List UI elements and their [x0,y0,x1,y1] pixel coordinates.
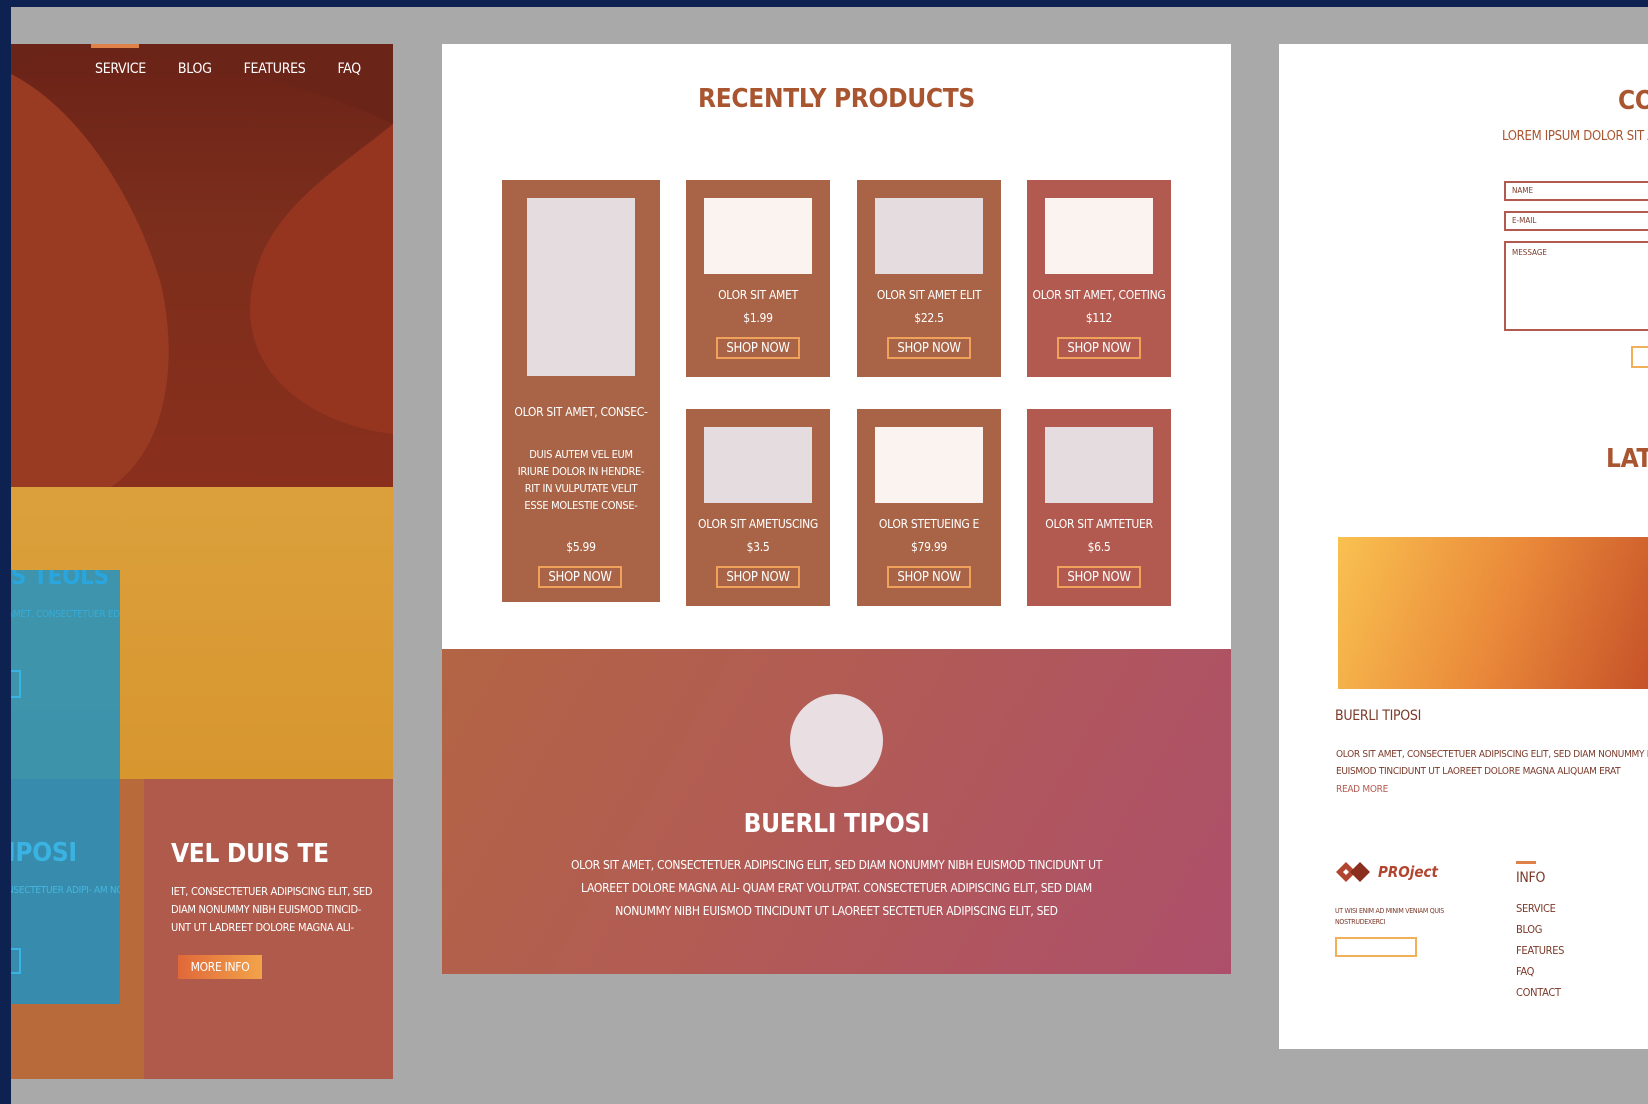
shop-now-button[interactable]: SHOP NOW [716,566,800,588]
product-name: OLOR SIT AMTETUER [1045,517,1153,531]
left-page-mockup: SERVICE BLOG FEATURES FAQ VEL DUIS TE IE… [11,44,393,1079]
feature-card-right: VEL DUIS TE IET, CONSECTETUER ADIPISCING… [144,779,393,1079]
nav-active-indicator [91,44,139,48]
product-name: OLOR SIT AMET [718,288,798,302]
message-field-label: MESSAGE [1512,248,1547,257]
hero-drop-right [250,124,393,434]
overlay-text: AMET, CONSECTETUER ED DIAM NONUMMY IDUNT… [11,609,120,620]
avatar [790,694,883,787]
footer-link-features[interactable]: FEATURES [1516,944,1564,965]
product-image [1045,427,1153,503]
newsletter-input[interactable] [1335,937,1417,957]
blog-image [1338,537,1648,689]
blog-excerpt: OLOR SIT AMET, CONSECTETUER ADIPISCING E… [1336,746,1648,780]
footer-link-service[interactable]: SERVICE [1516,902,1564,923]
product-name: OLOR SIT AMET, CONSEC- [514,405,648,419]
contact-subtitle: LOREM IPSUM DOLOR SIT AI [1502,129,1648,144]
send-button[interactable] [1631,346,1648,368]
blue-overlay-card: JS TEOLS AMET, CONSECTETUER ED DIAM NONU… [11,570,120,1004]
footer-logo[interactable]: PROject [1336,862,1438,882]
product-image [1045,198,1153,274]
info-links: SERVICE BLOG FEATURES FAQ CONTACT [1516,902,1564,1007]
product-price: $112 [1085,311,1113,325]
product-card: OLOR STETUEING E $79.99 SHOP NOW [857,409,1001,606]
overlay-text-2: NSECTETUER ADIPI- AM NONUMMY NIBH T UT L… [11,885,120,896]
products-title: RECENTLY PRODUCTS [698,84,975,114]
email-field[interactable]: E-MAIL [1504,211,1648,231]
hero-shapes [11,44,393,487]
overlay-button[interactable] [11,670,21,698]
nav-item-faq[interactable]: FAQ [338,61,362,77]
product-price: $22.5 [914,311,944,325]
name-field-label: NAME [1512,186,1534,195]
top-nav: SERVICE BLOG FEATURES FAQ [95,61,393,77]
hero-drop-left [11,74,169,487]
latest-title: LATI [1606,444,1648,474]
product-name: OLOR SIT AMET, COETING [1032,288,1166,302]
nav-item-service[interactable]: SERVICE [95,61,146,77]
footer-link-faq[interactable]: FAQ [1516,965,1564,986]
blog-excerpt-line: OLOR SIT AMET, CONSECTETUER ADIPISCING E… [1336,749,1648,760]
overlay-title: JS TEOLS [11,570,109,590]
product-card: OLOR SIT AMTETUER $6.5 SHOP NOW [1027,409,1171,606]
hero-top-shade [11,44,393,124]
blog-excerpt-line: EUISMOD TINCIDUNT UT LAOREET DOLORE MAGN… [1336,766,1621,777]
nav-item-features[interactable]: FEATURES [244,61,306,77]
product-name: OLOR STETUEING E [878,517,980,531]
info-title: INFO [1516,870,1546,886]
footer-text: UT WISI ENIM AD MINIM VENIAM QUIS NOSTRU… [1335,907,1444,926]
product-name: OLOR SIT AMET ELIT [876,288,982,302]
message-field[interactable]: MESSAGE [1504,241,1648,331]
screenshot-stage: SERVICE BLOG FEATURES FAQ VEL DUIS TE IE… [11,7,1648,1104]
footer-link-blog[interactable]: BLOG [1516,923,1564,944]
footer-link-contact[interactable]: CONTACT [1516,986,1564,1007]
product-name: OLOR SIT AMETUSCING [698,517,818,531]
product-card: OLOR SIT AMET ELIT $22.5 SHOP NOW [857,180,1001,377]
nav-item-blog[interactable]: BLOG [178,61,212,77]
overlay-title-2: IPOSI [11,838,77,868]
shop-now-button[interactable]: SHOP NOW [716,337,800,359]
shop-now-button[interactable]: SHOP NOW [1057,566,1141,588]
product-price: $6.5 [1087,540,1111,554]
product-price: $3.5 [746,540,770,554]
product-image [875,427,983,503]
product-price: $5.99 [566,540,596,554]
name-field[interactable]: NAME [1504,181,1648,201]
shop-now-button[interactable]: SHOP NOW [1057,337,1141,359]
read-more-link[interactable]: READ MORE [1336,784,1388,795]
product-description: DUIS AUTEM VEL EUM IRIURE DOLOR IN HENDR… [517,448,645,512]
product-image [704,198,812,274]
project-logo-icon [1336,862,1370,882]
product-card-featured: OLOR SIT AMET, CONSEC- DUIS AUTEM VEL EU… [502,180,660,602]
feature-card-title: VEL DUIS TE [171,839,329,869]
info-accent [1516,861,1536,864]
product-price: $1.99 [743,311,773,325]
overlay-button-2[interactable] [11,948,21,974]
hero-section: SERVICE BLOG FEATURES FAQ [11,44,393,487]
testimonial-section: BUERLI TIPOSI OLOR SIT AMET, CONSECTETUE… [442,649,1231,974]
blog-title[interactable]: BUERLI TIPOSI [1335,708,1421,724]
product-image [704,427,812,503]
logo-text: PROject [1378,863,1438,881]
right-page-mockup: COI LOREM IPSUM DOLOR SIT AI NAME E-MAIL… [1279,44,1648,1049]
shop-now-button[interactable]: SHOP NOW [538,566,622,588]
more-info-button[interactable]: MORE INFO [178,955,262,979]
feature-card-text: IET, CONSECTETUER ADIPISCING ELIT, SED D… [171,885,373,934]
shop-now-button[interactable]: SHOP NOW [887,337,971,359]
shop-now-button[interactable]: SHOP NOW [887,566,971,588]
email-field-label: E-MAIL [1512,216,1537,225]
middle-page-mockup: RECENTLY PRODUCTS OLOR SIT AMET, CONSEC-… [442,44,1231,974]
contact-title: COI [1618,86,1648,116]
product-card: OLOR SIT AMETUSCING $3.5 SHOP NOW [686,409,830,606]
testimonial-name: BUERLI TIPOSI [743,809,930,839]
product-card: OLOR SIT AMET $1.99 SHOP NOW [686,180,830,377]
product-card: OLOR SIT AMET, COETING $112 SHOP NOW [1027,180,1171,377]
product-image [527,198,635,376]
product-image [875,198,983,274]
product-price: $79.99 [911,540,947,554]
testimonial-text: OLOR SIT AMET, CONSECTETUER ADIPISCING E… [570,858,1103,918]
